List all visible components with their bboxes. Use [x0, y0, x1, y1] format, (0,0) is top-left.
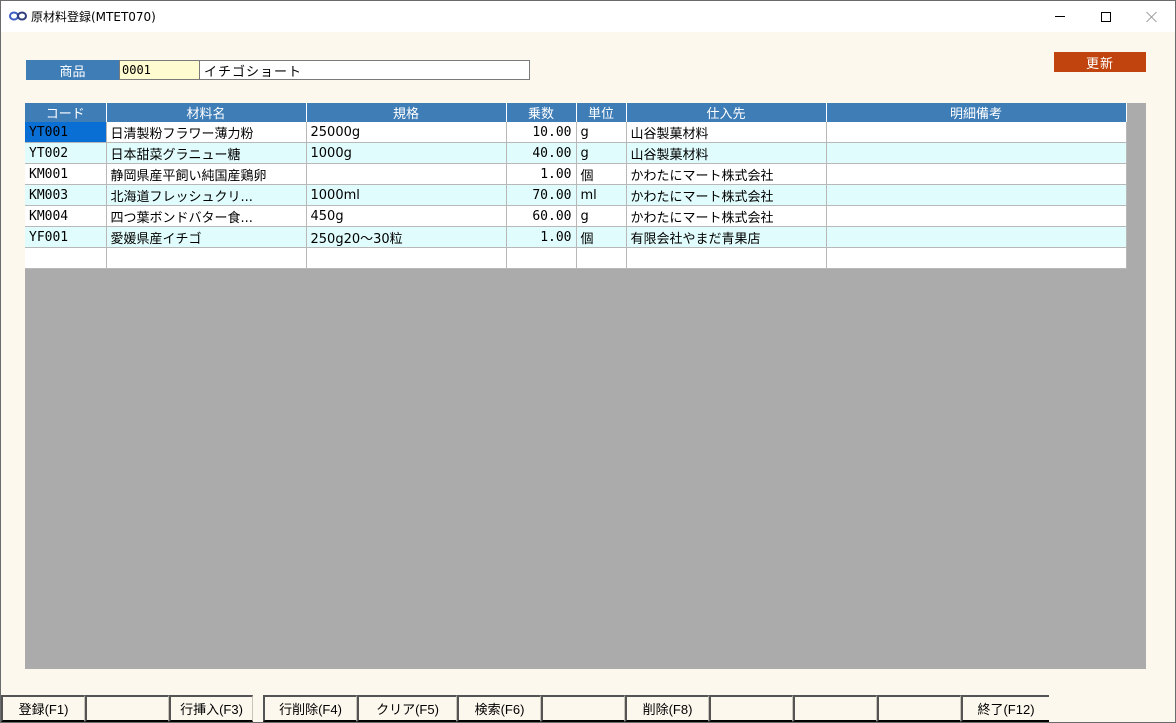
cell-supplier[interactable]: 山谷製菓材料: [626, 122, 827, 143]
cell-spec[interactable]: 1000g: [306, 142, 507, 164]
cell-supplier[interactable]: 山谷製菓材料: [626, 142, 827, 164]
column-header-factor[interactable]: 乗数: [506, 103, 577, 122]
cell-factor[interactable]: 10.00: [506, 122, 577, 143]
cell-factor[interactable]: [506, 247, 577, 269]
close-icon: [1146, 11, 1158, 23]
cell-factor[interactable]: 60.00: [506, 205, 577, 227]
title-bar: 原材料登録(MTET070): [1, 1, 1175, 32]
cell-code[interactable]: [25, 247, 107, 269]
cell-unit[interactable]: g: [576, 142, 627, 164]
cell-unit[interactable]: ml: [576, 184, 627, 206]
cell-spec[interactable]: 1000ml: [306, 184, 507, 206]
materials-grid-area: コード 材料名 規格 乗数 単位 仕入先 明細備考 YT001 日清製粉フラワー…: [25, 103, 1146, 669]
cell-unit[interactable]: g: [576, 205, 627, 227]
cell-note[interactable]: [826, 184, 1127, 206]
table-row-empty[interactable]: [25, 247, 1127, 269]
product-label: 商品: [26, 60, 119, 80]
window-title: 原材料登録(MTET070): [31, 10, 156, 24]
cell-material-name[interactable]: 日本甜菜グラニュー糖: [106, 142, 307, 164]
cell-material-name[interactable]: 北海道フレッシュクリ...: [106, 184, 307, 206]
maximize-button[interactable]: [1083, 1, 1129, 32]
cell-factor[interactable]: 1.00: [506, 226, 577, 248]
cell-supplier[interactable]: かわたにマート株式会社: [626, 163, 827, 185]
cell-note[interactable]: [826, 247, 1127, 269]
function-key-bar: 登録(F1) 行挿入(F3) 行削除(F4) クリア(F5) 検索(F6) 削除…: [1, 695, 1175, 722]
product-code-input[interactable]: 0001: [119, 60, 202, 80]
cell-supplier[interactable]: 有限会社やまだ青果店: [626, 226, 827, 248]
cell-note[interactable]: [826, 142, 1127, 164]
cell-material-name[interactable]: 静岡県産平飼い純国産鶏卵: [106, 163, 307, 185]
column-header-unit[interactable]: 単位: [576, 103, 627, 122]
cell-code[interactable]: YT002: [25, 142, 107, 164]
column-header-spec[interactable]: 規格: [306, 103, 507, 122]
cell-material-name[interactable]: 愛媛県産イチゴ: [106, 226, 307, 248]
fkey-f7[interactable]: [541, 695, 625, 722]
cell-code[interactable]: YF001: [25, 226, 107, 248]
cell-spec[interactable]: 25000g: [306, 122, 507, 143]
minimize-icon: [1055, 16, 1065, 17]
cell-code[interactable]: KM004: [25, 205, 107, 227]
cell-material-name[interactable]: 四つ葉ボンドバター食...: [106, 205, 307, 227]
cell-spec[interactable]: 250g20～30粒: [306, 226, 507, 248]
cell-spec[interactable]: [306, 163, 507, 185]
cell-supplier[interactable]: かわたにマート株式会社: [626, 184, 827, 206]
column-header-material-name[interactable]: 材料名: [106, 103, 307, 122]
update-button[interactable]: 更新: [1054, 52, 1146, 72]
product-name-field: イチゴショート: [199, 60, 530, 80]
table-row[interactable]: KM004 四つ葉ボンドバター食... 450g 60.00 g かわたにマート…: [25, 205, 1127, 227]
cell-unit[interactable]: [576, 247, 627, 269]
infinity-icon: [9, 11, 27, 21]
materials-grid: コード 材料名 規格 乗数 単位 仕入先 明細備考 YT001 日清製粉フラワー…: [25, 103, 1127, 269]
table-row[interactable]: YF001 愛媛県産イチゴ 250g20～30粒 1.00 個 有限会社やまだ青…: [25, 226, 1127, 248]
cell-note[interactable]: [826, 205, 1127, 227]
fkey-f6-search[interactable]: 検索(F6): [457, 695, 541, 722]
maximize-icon: [1101, 11, 1111, 22]
table-row[interactable]: YT002 日本甜菜グラニュー糖 1000g 40.00 g 山谷製菓材料: [25, 142, 1127, 164]
fkey-f2[interactable]: [85, 695, 169, 722]
table-row[interactable]: KM003 北海道フレッシュクリ... 1000ml 70.00 ml かわたに…: [25, 184, 1127, 206]
cell-code[interactable]: YT001: [25, 122, 107, 143]
cell-supplier[interactable]: かわたにマート株式会社: [626, 205, 827, 227]
fkey-f8-delete[interactable]: 削除(F8): [625, 695, 709, 722]
column-header-supplier[interactable]: 仕入先: [626, 103, 827, 122]
column-header-code[interactable]: コード: [25, 103, 107, 122]
fkey-f1-register[interactable]: 登録(F1): [1, 695, 85, 722]
table-row[interactable]: KM001 静岡県産平飼い純国産鶏卵 1.00 個 かわたにマート株式会社: [25, 163, 1127, 185]
cell-unit[interactable]: g: [576, 122, 627, 143]
main-window: 原材料登録(MTET070) 商品 0001 イチゴショート 更新 コード 材料…: [0, 0, 1176, 723]
cell-unit[interactable]: 個: [576, 163, 627, 185]
cell-factor[interactable]: 1.00: [506, 163, 577, 185]
table-row[interactable]: YT001 日清製粉フラワー薄力粉 25000g 10.00 g 山谷製菓材料: [25, 122, 1127, 143]
cell-code[interactable]: KM001: [25, 163, 107, 185]
cell-material-name[interactable]: 日清製粉フラワー薄力粉: [106, 122, 307, 143]
cell-note[interactable]: [826, 163, 1127, 185]
minimize-button[interactable]: [1037, 1, 1083, 32]
grid-header-row: コード 材料名 規格 乗数 単位 仕入先 明細備考: [25, 103, 1127, 122]
cell-spec[interactable]: 450g: [306, 205, 507, 227]
fkey-f4-delete-row[interactable]: 行削除(F4): [263, 695, 357, 722]
cell-spec[interactable]: [306, 247, 507, 269]
fkey-f3-insert-row[interactable]: 行挿入(F3): [169, 695, 253, 722]
fkey-f5-clear[interactable]: クリア(F5): [357, 695, 457, 722]
cell-note[interactable]: [826, 226, 1127, 248]
cell-factor[interactable]: 40.00: [506, 142, 577, 164]
cell-supplier[interactable]: [626, 247, 827, 269]
close-button[interactable]: [1129, 1, 1175, 32]
cell-note[interactable]: [826, 122, 1127, 143]
column-header-note[interactable]: 明細備考: [826, 103, 1127, 122]
cell-material-name[interactable]: [106, 247, 307, 269]
fkey-f9[interactable]: [709, 695, 793, 722]
fkey-f10[interactable]: [793, 695, 877, 722]
cell-unit[interactable]: 個: [576, 226, 627, 248]
fkey-f11[interactable]: [877, 695, 961, 722]
fkey-f12-exit[interactable]: 終了(F12): [961, 695, 1049, 722]
cell-factor[interactable]: 70.00: [506, 184, 577, 206]
cell-code[interactable]: KM003: [25, 184, 107, 206]
